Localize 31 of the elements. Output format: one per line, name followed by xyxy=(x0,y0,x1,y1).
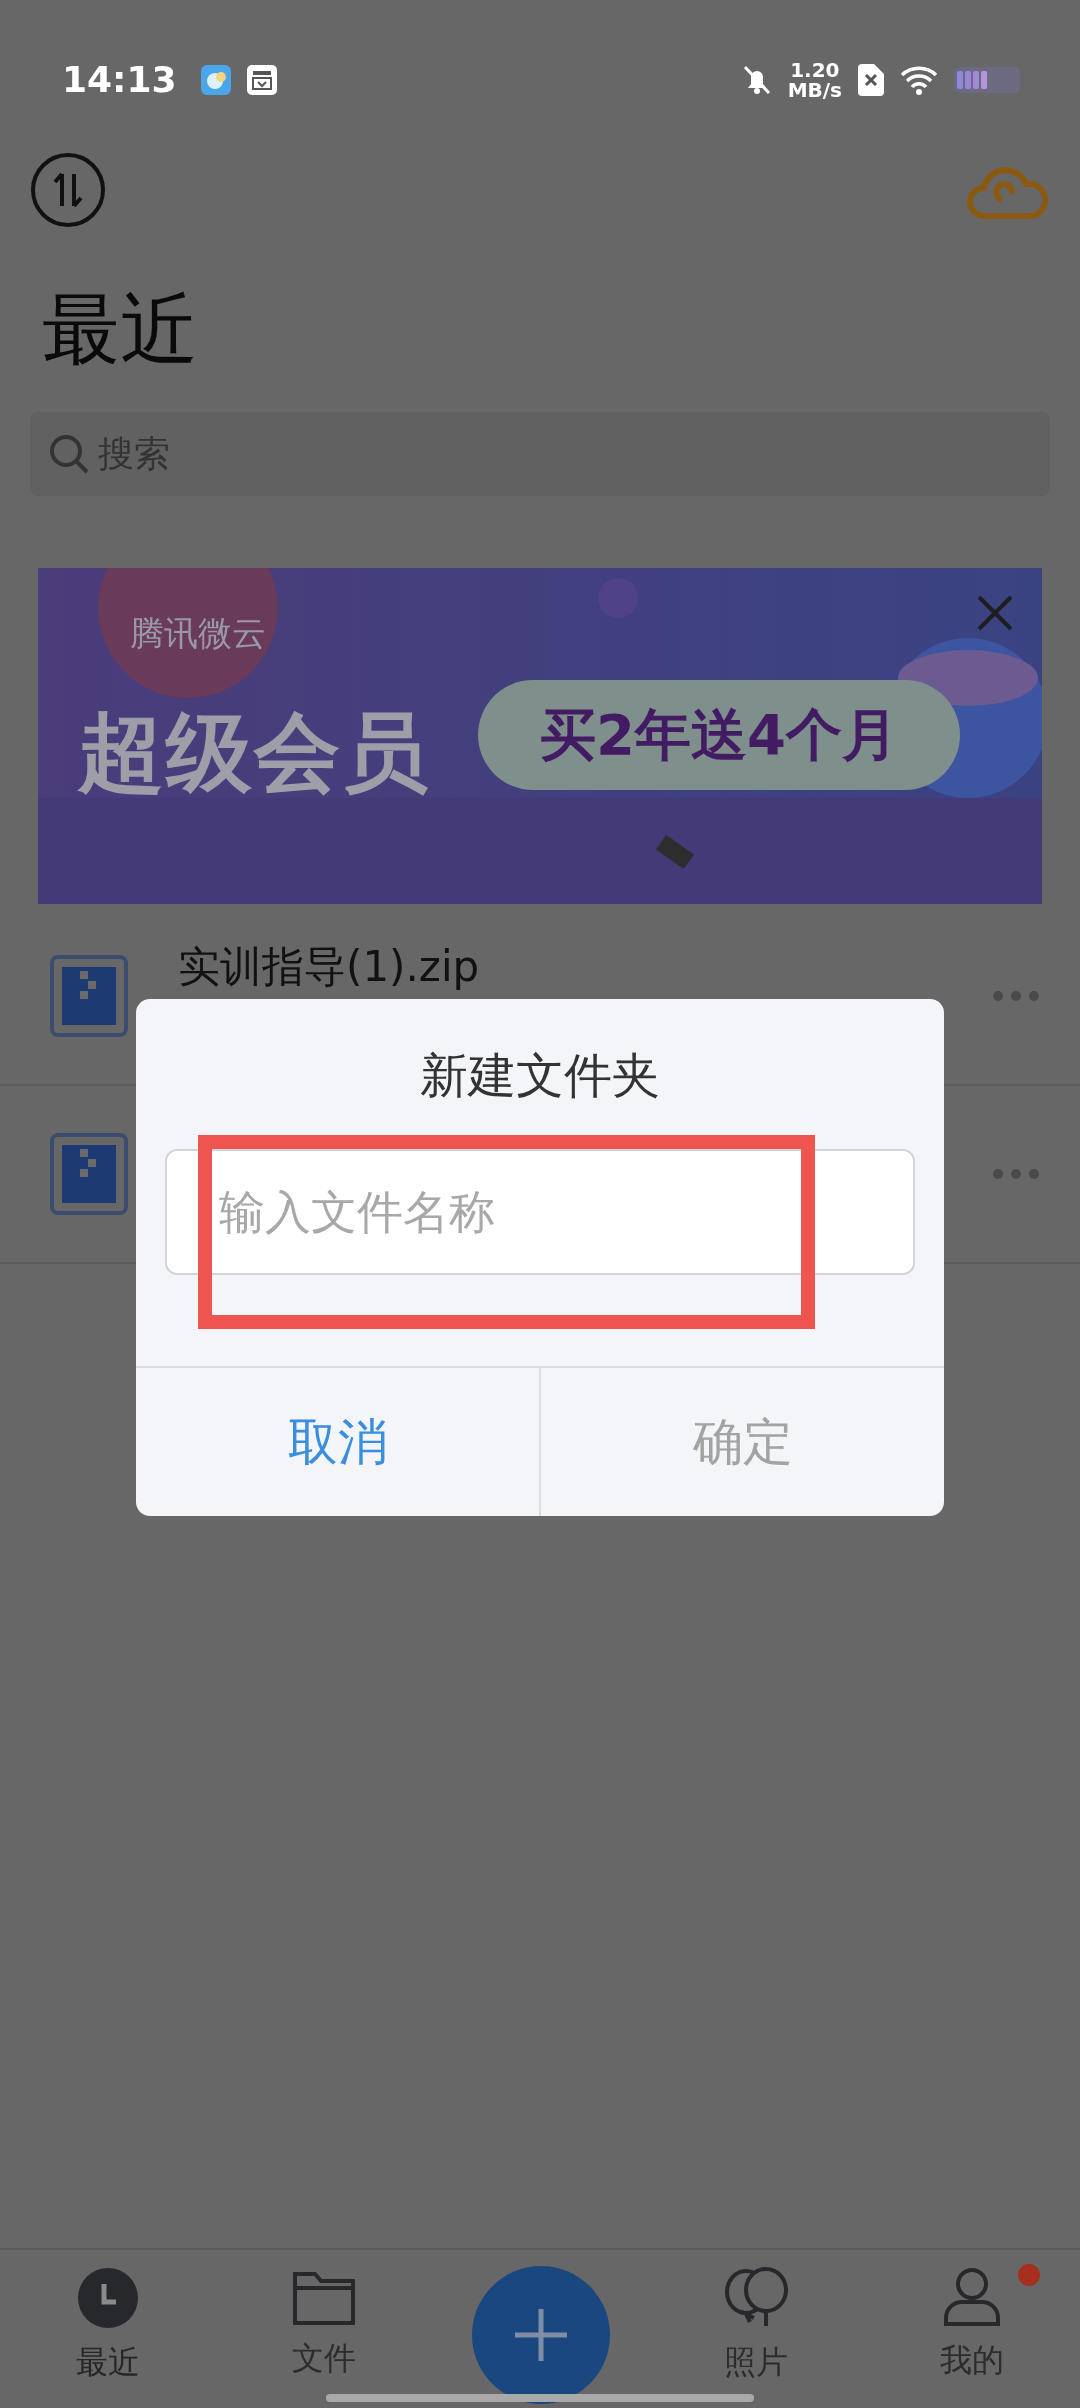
promo-headline: 超级会员 xyxy=(78,701,430,804)
tab-item[interactable]: 文件 xyxy=(216,2266,432,2408)
speed-unit: MB/s xyxy=(787,80,842,100)
person-icon xyxy=(942,2266,1002,2328)
more-icon[interactable] xyxy=(992,990,1040,1002)
speed-value: 1.20 xyxy=(789,60,841,80)
archive-file-icon xyxy=(50,955,128,1037)
clock-icon xyxy=(76,2266,140,2330)
tab-item[interactable]: 最近 xyxy=(0,2266,216,2408)
input-field[interactable]: 输入文件名称 xyxy=(165,1149,915,1275)
plus-icon xyxy=(513,2307,569,2363)
wifi-icon xyxy=(900,65,938,95)
brand-name: 腾讯微云 xyxy=(130,612,266,655)
sort-icon[interactable] xyxy=(30,152,106,228)
weather-app-icon xyxy=(200,65,231,95)
archive-file-icon xyxy=(50,1133,128,1215)
tab-item[interactable]: 我的 xyxy=(864,2266,1080,2408)
promo-offer: 买2年送4个月 xyxy=(478,680,960,790)
battery-icon xyxy=(954,67,1020,93)
tab-item[interactable]: 照片 xyxy=(648,2266,864,2408)
cancel-button[interactable]: 取消 xyxy=(136,1368,539,1516)
close-icon[interactable] xyxy=(976,594,1014,632)
page-title: 最近 xyxy=(41,290,199,368)
dialog-title: 新建文件夹 xyxy=(419,1051,661,1099)
clock-time: 14:13 xyxy=(62,58,177,102)
sim-icon xyxy=(858,64,884,96)
calendar-app-icon xyxy=(246,65,277,95)
bell-muted-icon xyxy=(741,64,772,96)
more-icon[interactable] xyxy=(992,1168,1040,1180)
file-name: 实训指导(1).zip xyxy=(178,943,480,991)
search-icon xyxy=(48,433,90,475)
